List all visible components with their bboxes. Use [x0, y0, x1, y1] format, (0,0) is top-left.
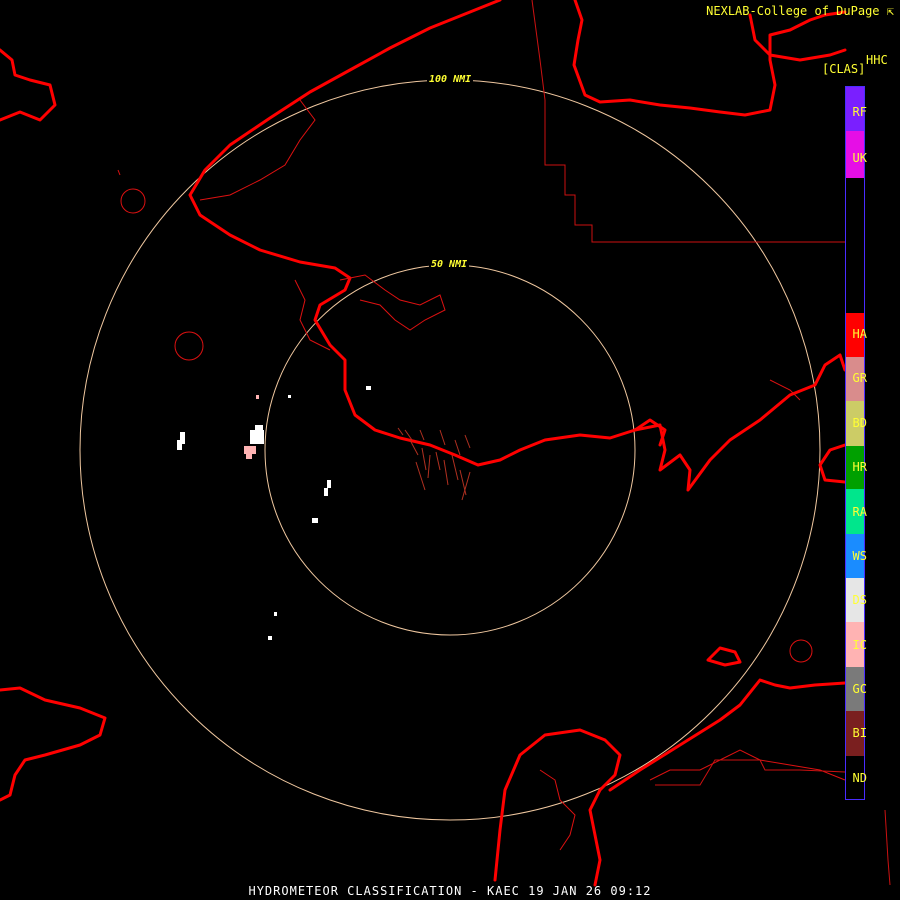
cursor-arrow-icon: ⇱	[886, 4, 894, 18]
legend-label-ra: RA	[852, 505, 867, 519]
snow-echoes	[177, 386, 371, 640]
product-title: HYDROMETEOR CLASSIFICATION - KAEC 19 JAN…	[248, 884, 652, 898]
legend-label-rf: RF	[852, 105, 867, 119]
legend-label-gr: GR	[852, 371, 867, 385]
coastline-detail	[117, 99, 846, 851]
lake-west	[120, 188, 146, 214]
legend-label-ic: IC	[852, 638, 867, 652]
legend-label-ws: WS	[852, 549, 867, 563]
legend-label-ds: DS	[852, 593, 867, 607]
range-ring-label-50: 50 NMI	[429, 259, 470, 270]
legend-label-ha: HA	[852, 327, 867, 341]
coastline	[0, 0, 847, 887]
radar-map	[0, 0, 891, 887]
legend-label-gc: GC	[852, 682, 867, 696]
borders	[531, 0, 891, 886]
credit-line[interactable]: NEXLAB-College of DuPage ⇱	[706, 4, 894, 18]
legend-label-bi: BI	[852, 726, 867, 740]
legend-label-bd: BD	[852, 416, 867, 430]
product-code: HHC	[866, 53, 888, 67]
range-ring-label-100: 100 NMI	[427, 74, 474, 85]
echoes	[177, 386, 471, 640]
legend-label-nd: ND	[852, 771, 867, 785]
product-abbr: [CLAS]	[822, 62, 866, 76]
range-ring-50nmi	[264, 264, 636, 636]
legend-label-uk: UK	[852, 151, 867, 165]
lake-west-2	[174, 331, 204, 361]
credit-text: NEXLAB-College of DuPage	[706, 4, 880, 18]
legend-label-hr: HR	[852, 460, 867, 474]
lake-east	[789, 639, 813, 663]
